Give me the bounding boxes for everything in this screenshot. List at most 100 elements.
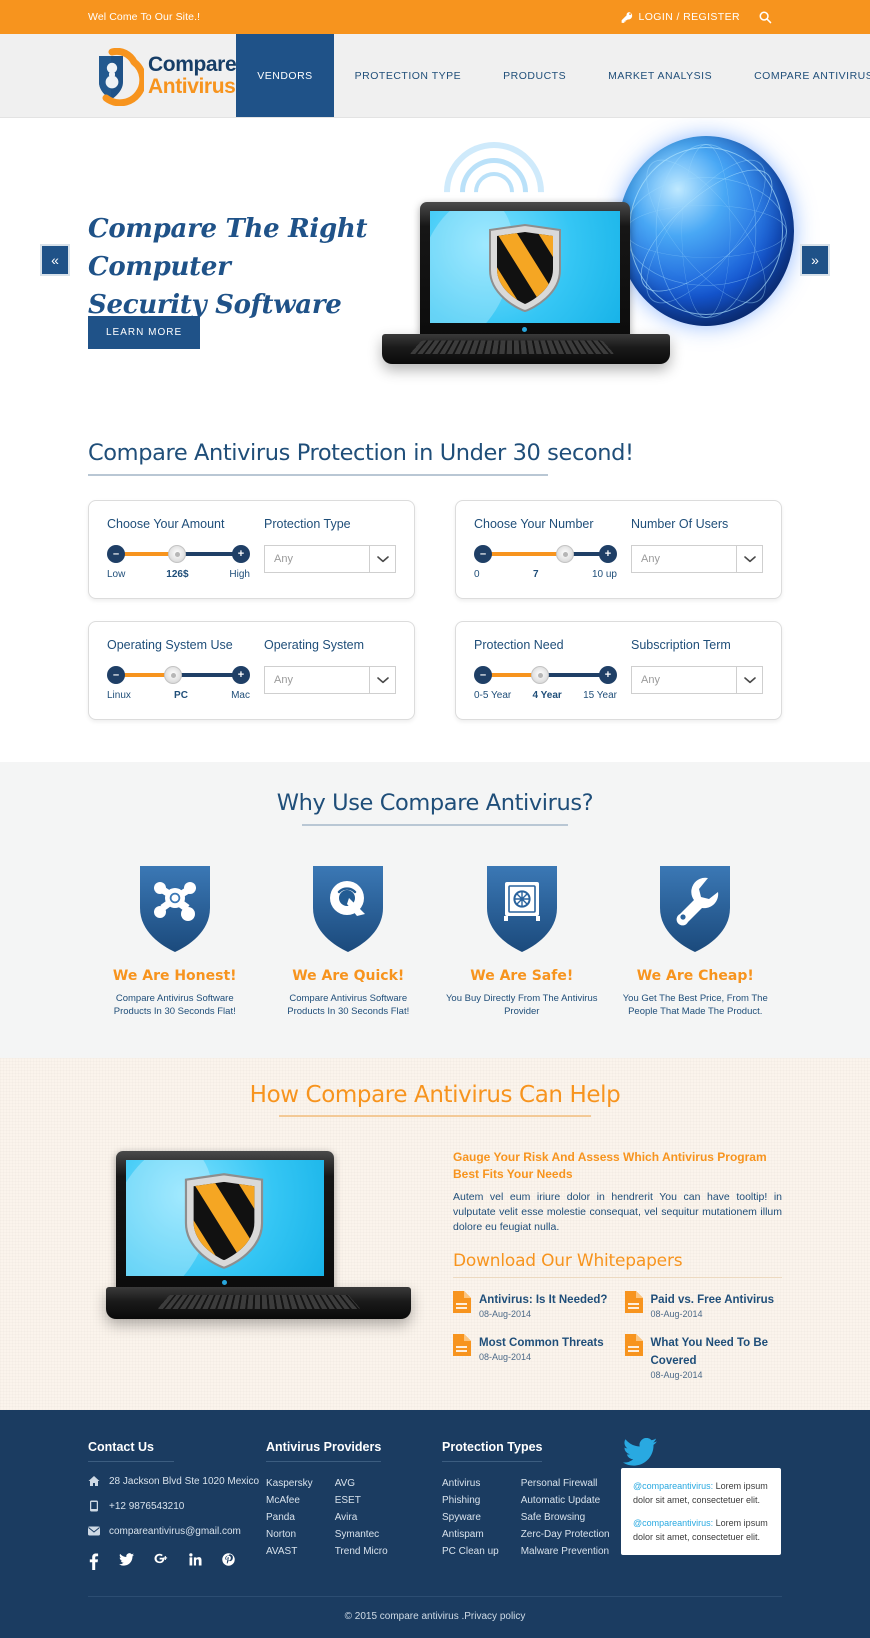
site-footer: Contact Us 28 Jackson Blvd Ste 1020 Mexi… xyxy=(0,1410,870,1638)
slider-label: Protection Need xyxy=(474,638,564,652)
chevron-down-icon[interactable] xyxy=(736,546,762,572)
slider-scale-low: Linux xyxy=(107,690,131,701)
whitepaper-link[interactable]: What You Need To Be Covered 08-Aug-2014 xyxy=(624,1333,783,1380)
whitepaper-name: Antivirus: Is It Needed? xyxy=(479,1294,608,1306)
provider-link[interactable]: Trend Micro xyxy=(335,1543,388,1560)
protection-link[interactable]: Phishing xyxy=(442,1492,499,1509)
provider-link[interactable]: Panda xyxy=(266,1509,313,1526)
learn-more-button[interactable]: LEARN MORE xyxy=(88,316,201,349)
slider-scale-low: 0-5 Year xyxy=(474,690,512,701)
protection-type-select[interactable]: Any xyxy=(264,545,396,573)
nav-item-vendors[interactable]: VENDORS xyxy=(236,34,334,117)
nav-item-market-analysis[interactable]: MARKET ANALYSIS xyxy=(587,34,733,117)
os-slider[interactable]: – + xyxy=(107,666,250,684)
footer-contact-column: Contact Us 28 Jackson Blvd Ste 1020 Mexi… xyxy=(88,1438,266,1570)
linkedin-icon[interactable] xyxy=(189,1553,202,1570)
slider-decrement-button[interactable]: – xyxy=(107,666,125,684)
slider-increment-button[interactable]: + xyxy=(599,545,617,563)
logo-shield-icon xyxy=(90,47,147,106)
select-value: Any xyxy=(274,674,293,686)
protection-link[interactable]: Antispam xyxy=(442,1526,499,1543)
slider-knob[interactable] xyxy=(531,666,550,684)
nav-item-products[interactable]: PRODUCTS xyxy=(482,34,587,117)
search-icon[interactable] xyxy=(758,10,772,24)
slider-decrement-button[interactable]: – xyxy=(107,545,125,563)
number-of-users-select[interactable]: Any xyxy=(631,545,763,573)
provider-link[interactable]: Norton xyxy=(266,1526,313,1543)
slider-decrement-button[interactable]: – xyxy=(474,666,492,684)
protection-link[interactable]: Antivirus xyxy=(442,1475,499,1492)
twitter-icon[interactable] xyxy=(119,1553,134,1570)
tweet-item: @compareantivirus: Lorem ipsum dolor sit… xyxy=(633,1516,769,1544)
slider-knob[interactable] xyxy=(164,666,183,684)
top-bar-right: LOGIN / REGISTER xyxy=(620,10,773,24)
whitepaper-link[interactable]: Paid vs. Free Antivirus 08-Aug-2014 xyxy=(624,1290,783,1319)
site-header: Compare Antivirus VENDORS PROTECTION TYP… xyxy=(0,34,870,118)
whitepaper-link[interactable]: Antivirus: Is It Needed? 08-Aug-2014 xyxy=(453,1290,611,1319)
whitepaper-text: Most Common Threats 08-Aug-2014 xyxy=(479,1333,604,1362)
filters-title-divider xyxy=(88,474,548,476)
chevron-down-icon[interactable] xyxy=(369,546,395,572)
chevron-down-icon[interactable] xyxy=(369,667,395,693)
pinterest-icon[interactable] xyxy=(222,1553,235,1570)
protection-link[interactable]: PC Clean up xyxy=(442,1543,499,1560)
twitter-feed: @compareantivirus: Lorem ipsum dolor sit… xyxy=(617,1437,782,1555)
nav-item-protection-type[interactable]: PROTECTION TYPE xyxy=(334,34,483,117)
providers-list-1: Kaspersky McAfee Panda Norton AVAST xyxy=(266,1475,313,1560)
slider-knob[interactable] xyxy=(168,545,187,563)
slider-scale-mid: 7 xyxy=(532,569,539,580)
subscription-term-select[interactable]: Any xyxy=(631,666,763,694)
tweet-handle[interactable]: @compareantivirus: xyxy=(633,1518,713,1528)
select-column: Operating System Any xyxy=(264,638,396,701)
select-label: Subscription Term xyxy=(631,638,731,652)
contact-address: 28 Jackson Blvd Ste 1020 Mexico xyxy=(88,1475,266,1491)
slider-decrement-button[interactable]: – xyxy=(474,545,492,563)
hero-next-arrow[interactable]: » xyxy=(800,244,830,276)
how-paragraph: Autem vel eum iriure dolor in hendrerit … xyxy=(453,1191,782,1233)
protection-link[interactable]: Zerc-Day Protection xyxy=(521,1526,610,1543)
facebook-icon[interactable] xyxy=(88,1553,99,1570)
why-items-grid: We Are Honest! Compare Antivirus Softwar… xyxy=(88,862,782,1018)
slider-knob[interactable] xyxy=(555,545,574,563)
amount-slider[interactable]: – + xyxy=(107,545,250,563)
protection-link[interactable]: Spyware xyxy=(442,1509,499,1526)
whitepaper-date: 08-Aug-2014 xyxy=(479,1352,532,1362)
contact-email: compareantivirus@gmail.com xyxy=(88,1525,266,1541)
filter-card-grid: Choose Your Amount – + Low 126$ High Pro… xyxy=(88,500,782,720)
provider-link[interactable]: AVG xyxy=(335,1475,388,1492)
google-plus-icon[interactable] xyxy=(154,1553,169,1570)
slider-increment-button[interactable]: + xyxy=(599,666,617,684)
footer-protection-title: Protection Types xyxy=(442,1440,543,1462)
filters-section-title: Compare Antivirus Protection in Under 30… xyxy=(88,440,634,466)
number-slider[interactable]: – + xyxy=(474,545,617,563)
protection-link[interactable]: Malware Prevention xyxy=(521,1543,610,1560)
provider-link[interactable]: AVAST xyxy=(266,1543,313,1560)
slider-fill xyxy=(483,552,561,556)
tweet-handle[interactable]: @compareantivirus: xyxy=(633,1481,713,1491)
why-item-cheap: We Are Cheap! You Get The Best Price, Fr… xyxy=(609,862,783,1018)
provider-link[interactable]: Symantec xyxy=(335,1526,388,1543)
select-label: Protection Type xyxy=(264,517,351,531)
filter-card-operating-system: Operating System Use – + Linux PC Mac Op… xyxy=(88,621,415,720)
provider-link[interactable]: Kaspersky xyxy=(266,1475,313,1492)
protection-link[interactable]: Safe Browsing xyxy=(521,1509,610,1526)
protection-link[interactable]: Personal Firewall xyxy=(521,1475,610,1492)
nav-item-compare-antivirus[interactable]: COMPARE ANTIVIRUS xyxy=(733,34,870,117)
slider-scale-mid: PC xyxy=(174,690,188,701)
slider-increment-button[interactable]: + xyxy=(232,666,250,684)
whitepaper-link[interactable]: Most Common Threats 08-Aug-2014 xyxy=(453,1333,611,1380)
protection-link[interactable]: Automatic Update xyxy=(521,1492,610,1509)
operating-system-select[interactable]: Any xyxy=(264,666,396,694)
login-register-link[interactable]: LOGIN / REGISTER xyxy=(620,11,741,24)
how-help-section: How Compare Antivirus Can Help Gauge You… xyxy=(0,1058,870,1410)
provider-link[interactable]: ESET xyxy=(335,1492,388,1509)
slider-scale: 0-5 Year 4 Year 15 Year xyxy=(474,690,617,701)
provider-link[interactable]: McAfee xyxy=(266,1492,313,1509)
slider-increment-button[interactable]: + xyxy=(232,545,250,563)
provider-link[interactable]: Avira xyxy=(335,1509,388,1526)
chevron-down-icon[interactable] xyxy=(736,667,762,693)
logo-link[interactable]: Compare Antivirus xyxy=(0,34,237,117)
protection-need-slider[interactable]: – + xyxy=(474,666,617,684)
providers-lists: Kaspersky McAfee Panda Norton AVAST AVG … xyxy=(266,1475,442,1560)
hero-prev-arrow[interactable]: « xyxy=(40,244,70,276)
